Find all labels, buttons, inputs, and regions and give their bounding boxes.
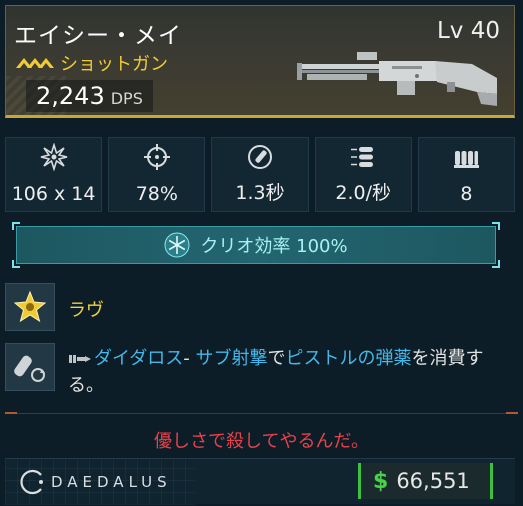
stat-magazine-value: 8	[460, 183, 473, 205]
shotgun-image	[297, 52, 497, 106]
fire-rate-icon	[351, 147, 374, 167]
stat-accuracy-value: 78%	[135, 183, 178, 205]
price-value: 66,551	[396, 469, 470, 493]
snowflake-icon	[164, 232, 190, 258]
corner-decoration	[12, 260, 20, 268]
weapon-header: エイシー・メイ Lv 40 ショットガン 2,243 DPS	[5, 5, 515, 118]
stat-reload: 1.3秒	[211, 137, 309, 212]
weapon-level: Lv 40	[436, 18, 500, 44]
stat-magazine: 8	[417, 137, 516, 212]
dps-label: DPS	[110, 89, 143, 108]
damage-burst-icon	[40, 143, 67, 171]
dps-box: 2,243 DPS	[26, 80, 153, 112]
card-footer: DAEDALUS $ 66,551	[5, 458, 515, 505]
element-bar: クリオ効率 100%	[12, 222, 500, 268]
corner-decoration	[492, 260, 500, 268]
perk1-icon-box	[5, 283, 55, 331]
manufacturer-brand: DAEDALUS	[17, 465, 172, 499]
reload-time-icon	[248, 145, 272, 169]
ammo-cycle-icon	[14, 355, 45, 382]
perk2-description: ダイダロス- サブ射撃でピストルの弾薬を消費する。	[68, 345, 508, 399]
currency-icon: $	[373, 468, 389, 494]
divider-accent	[506, 412, 518, 414]
daedalus-logo-icon	[20, 469, 43, 495]
perk1-name: ラヴ	[68, 300, 104, 321]
stats-row: 106 x 14 78% 1.3秒 2.0/秒 8	[5, 137, 516, 212]
stat-accuracy: 78%	[108, 137, 206, 212]
corner-decoration	[492, 222, 500, 230]
stat-fire-rate: 2.0/秒	[314, 137, 412, 212]
magazine-icon	[454, 151, 480, 168]
stat-reload-value: 1.3秒	[235, 182, 285, 204]
stat-damage: 106 x 14	[5, 137, 103, 212]
accuracy-crosshair-icon	[143, 144, 170, 170]
perk2-text-part: -	[183, 348, 196, 369]
perk2-term-daedalus: ダイダロス	[94, 348, 184, 369]
section-divider	[5, 412, 518, 414]
weapon-name: エイシー・メイ	[14, 23, 182, 49]
perk2-text-part: で	[267, 348, 286, 369]
star-badge-icon	[13, 290, 47, 323]
pistol-ammo-icon	[69, 355, 91, 363]
corner-decoration	[12, 222, 20, 230]
flavor-text: 優しさで殺してやるんだ。	[154, 431, 369, 452]
weapon-type: ショットガン	[60, 54, 168, 75]
perk2-term-pistol-ammo: ピストルの弾薬	[285, 348, 412, 369]
chevron-rank-icon	[16, 58, 54, 68]
manufacturer-name: DAEDALUS	[51, 473, 172, 491]
element-label: クリオ効率 100%	[200, 236, 348, 257]
weapon-type-row: ショットガン	[14, 51, 168, 75]
divider-accent	[5, 412, 17, 414]
weapon-card: エイシー・メイ Lv 40 ショットガン 2,243 DPS 106 x 14 …	[0, 0, 523, 506]
dps-value: 2,243	[36, 82, 105, 110]
price-box: $ 66,551	[358, 463, 493, 499]
perk2-icon-box	[5, 343, 55, 391]
perk2-term-alt-fire: サブ射撃	[195, 348, 268, 369]
stat-damage-value: 106 x 14	[11, 183, 96, 205]
stat-fire-rate-value: 2.0/秒	[335, 182, 392, 204]
